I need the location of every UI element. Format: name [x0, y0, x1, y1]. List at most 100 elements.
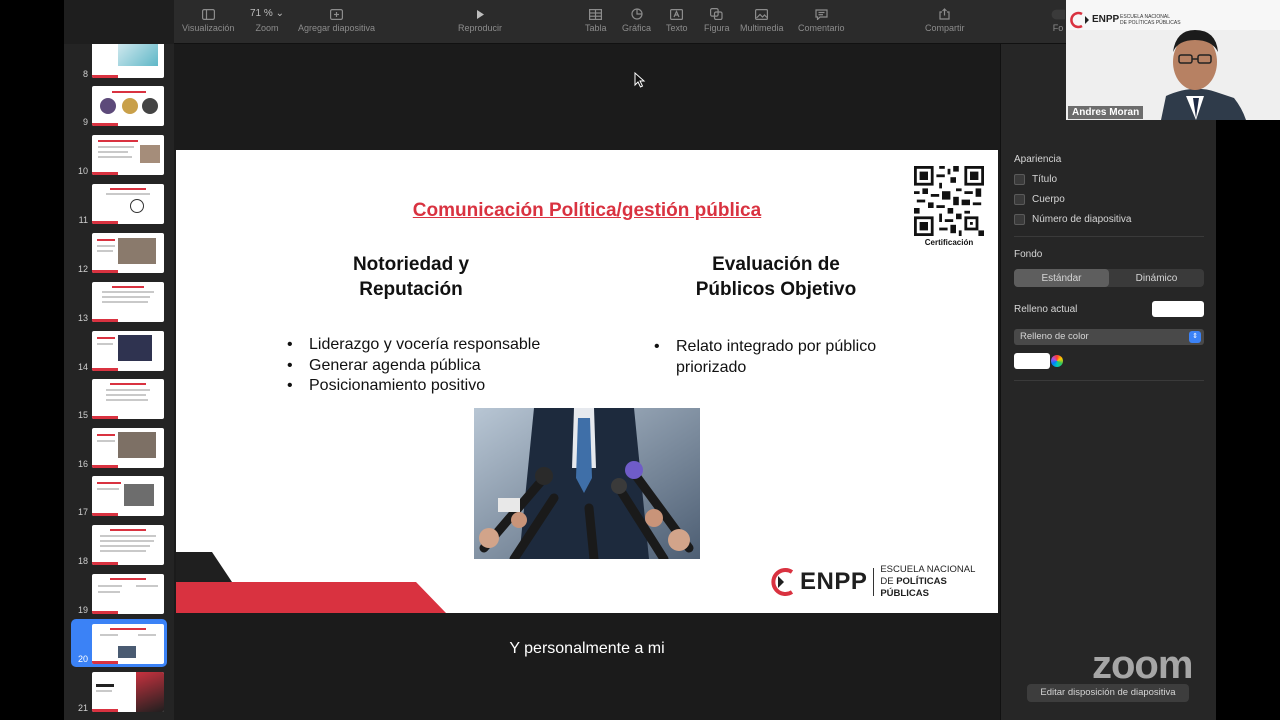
list-item: Posicionamiento positivo	[287, 376, 587, 397]
slide-thumbnail[interactable]	[92, 331, 164, 371]
participant-video[interactable]: ENPP ESCUELA NACIONAL DE POLÍTICAS PÚBLIC…	[1066, 0, 1280, 120]
slide-thumbnail[interactable]	[92, 476, 164, 516]
list-item: Generar agenda pública	[287, 356, 587, 377]
appearance-heading: Apariencia	[1014, 154, 1062, 165]
title-checkbox[interactable]: Título	[1014, 174, 1057, 185]
add-slide-button[interactable]: Agregar diapositiva	[298, 8, 375, 33]
slide-number-checkbox[interactable]: Número de diapositiva	[1014, 214, 1132, 225]
text-label: Texto	[666, 23, 688, 33]
slide-thumbnail-current[interactable]	[92, 624, 164, 664]
color-well[interactable]	[1014, 353, 1050, 369]
list-item: Relato integrado por público priorizado	[654, 337, 914, 378]
slide-thumbnail[interactable]	[92, 86, 164, 126]
slide-number: 17	[77, 507, 88, 517]
slide-thumbnail[interactable]	[92, 184, 164, 224]
enpp-logo-icon	[771, 568, 794, 596]
play-label: Reproducir	[458, 23, 503, 33]
slide-thumbnail[interactable]	[92, 135, 164, 175]
share-icon	[938, 8, 952, 20]
qr-code[interactable]	[914, 166, 984, 236]
shape-icon	[710, 8, 724, 20]
format-button[interactable]: Fo	[1051, 8, 1065, 33]
slide-thumbnail[interactable]	[92, 428, 164, 468]
slide-number: 18	[77, 556, 88, 566]
zoom-value: 71 % ⌄	[250, 8, 284, 19]
checkbox-icon	[1014, 174, 1025, 185]
comment-icon	[814, 8, 828, 20]
qr-caption: Certificación	[924, 238, 974, 247]
slide-number: 16	[77, 459, 88, 469]
slide-thumbnail[interactable]	[92, 574, 164, 614]
color-wheel-icon[interactable]	[1051, 355, 1063, 367]
slide-number: 21	[77, 703, 88, 713]
video-logo-wordmark: ENPP	[1092, 14, 1120, 25]
comment-button[interactable]: Comentario	[798, 8, 845, 33]
slide-canvas: Comunicación Política/gestión pública No…	[174, 44, 1000, 720]
slide[interactable]: Comunicación Política/gestión pública No…	[176, 150, 998, 613]
photo-illustration	[474, 408, 700, 559]
slide-thumbnail[interactable]	[92, 672, 164, 712]
enpp-wordmark: ENPP	[799, 568, 868, 595]
slide-thumbnail[interactable]	[92, 44, 164, 78]
checkbox-icon	[1014, 214, 1025, 225]
keynote-window: Visualización 71 % ⌄ Zoom Agregar diapos…	[64, 0, 1216, 720]
slide-title: Comunicación Política/gestión pública	[412, 200, 762, 221]
slide-thumbnail[interactable]	[92, 379, 164, 419]
body-checkbox[interactable]: Cuerpo	[1014, 194, 1065, 205]
slide-thumbnail[interactable]	[92, 233, 164, 273]
add-slide-icon	[330, 8, 344, 20]
checkbox-icon	[1014, 194, 1025, 205]
view-label: Visualización	[182, 23, 235, 33]
view-button[interactable]: Visualización	[182, 8, 234, 33]
table-label: Tabla	[585, 23, 607, 33]
logo-divider	[873, 568, 875, 596]
share-button[interactable]: Compartir	[925, 8, 965, 33]
zoom-button[interactable]: 71 % ⌄ Zoom	[250, 8, 284, 33]
slide-number: 14	[77, 362, 88, 372]
chevron-updown-icon: ⇕	[1189, 331, 1201, 343]
current-fill-label: Relleno actual	[1014, 304, 1078, 315]
shape-button[interactable]: Figura	[704, 8, 730, 33]
add-slide-label: Agregar diapositiva	[298, 23, 376, 33]
background-mode-segmented: Estándar Dinámico	[1014, 269, 1204, 287]
table-icon	[589, 8, 603, 20]
chart-label: Gráfica	[622, 23, 652, 33]
slide-number: 15	[77, 410, 88, 420]
share-label: Compartir	[925, 23, 965, 33]
zoom-screen-share: Visualización 71 % ⌄ Zoom Agregar diapos…	[0, 0, 1280, 720]
slide-number: 11	[78, 215, 88, 225]
toolbar: Visualización 71 % ⌄ Zoom Agregar diapos…	[174, 0, 1216, 44]
format-label: Fo	[1052, 23, 1064, 33]
slide-number: 12	[77, 264, 88, 274]
table-button[interactable]: Tabla	[585, 8, 607, 33]
right-heading: Evaluación de Públicos Objetivo	[695, 254, 857, 300]
format-inspector: Apariencia Título Cuerpo Número de diapo…	[1000, 44, 1216, 720]
comment-label: Comentario	[798, 23, 845, 33]
chevron-down-icon: ⌄	[275, 8, 284, 19]
text-button[interactable]: Texto	[666, 8, 688, 33]
zoom-watermark: zoom	[1092, 643, 1193, 687]
background-heading: Fondo	[1014, 249, 1043, 260]
slide-number: 19	[77, 605, 88, 615]
standard-segment[interactable]: Estándar	[1014, 269, 1109, 287]
play-button[interactable]: Reproducir	[458, 8, 502, 33]
live-caption: Y personalmente a mi	[509, 640, 665, 657]
media-icon	[755, 8, 769, 20]
right-bullet-list: Relato integrado por público priorizado	[654, 337, 914, 378]
list-item: Liderazgo y vocería responsable	[287, 335, 587, 356]
slide-thumbnail[interactable]	[92, 282, 164, 322]
slide-number: 20	[77, 654, 88, 664]
slide-thumbnail[interactable]	[92, 525, 164, 565]
dynamic-segment[interactable]: Dinámico	[1109, 269, 1204, 287]
zoom-label: Zoom	[255, 23, 279, 33]
slide-number: 10	[77, 166, 88, 176]
media-button[interactable]: Multimedia	[740, 8, 784, 33]
shape-label: Figura	[704, 23, 730, 33]
left-heading: Notoriedad y Reputación	[352, 254, 470, 300]
chart-button[interactable]: Gráfica	[622, 8, 651, 33]
video-logo-subtitle: ESCUELA NACIONAL DE POLÍTICAS PÚBLICAS	[1120, 14, 1181, 26]
media-label: Multimedia	[740, 23, 784, 33]
current-fill-swatch[interactable]	[1152, 301, 1204, 317]
fill-type-select[interactable]: Relleno de color ⇕	[1014, 329, 1204, 345]
sidebar-icon	[201, 8, 215, 20]
